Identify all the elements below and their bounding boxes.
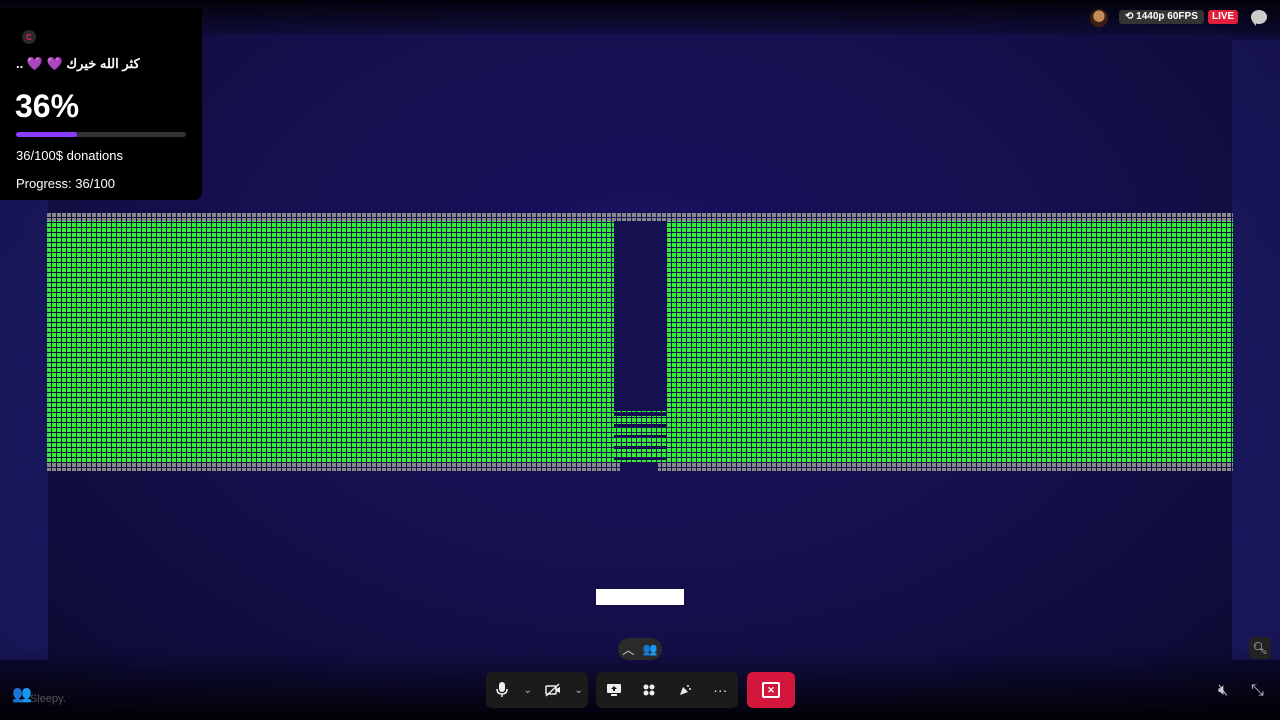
- mic-options-chevron-icon[interactable]: ⌄: [520, 675, 536, 705]
- camera-options-chevron-icon[interactable]: ⌄: [571, 675, 587, 705]
- media-controls: ⌄ ⌄: [486, 672, 588, 708]
- mute-icon[interactable]: 🔇︎: [1218, 682, 1228, 700]
- leave-button[interactable]: ✕: [747, 672, 795, 708]
- exit-fullscreen-icon[interactable]: ⤡: [1251, 682, 1264, 700]
- progress-bar-fill: [16, 132, 78, 137]
- reactions-icon[interactable]: [670, 675, 700, 705]
- leave-icon: ✕: [762, 682, 780, 698]
- live-badge: LIVE: [1208, 10, 1239, 24]
- camera-off-icon[interactable]: [538, 675, 568, 705]
- microphone-icon[interactable]: [487, 675, 517, 705]
- brick-gap-stripe: [614, 446, 667, 449]
- chevron-up-icon: ︿: [622, 642, 635, 657]
- progress-text: Progress: 36/100: [16, 176, 116, 191]
- people-icon: 👥: [642, 642, 658, 656]
- brick-border-gap: [620, 463, 658, 471]
- stage-side-right: [1232, 40, 1280, 660]
- participant-name: Sleepy.: [30, 693, 66, 705]
- chat-icon[interactable]: [1251, 10, 1267, 26]
- stream-stage: C كثر الله خيرك 💜 💜 .. 36% 36/100$ donat…: [0, 0, 1280, 720]
- activity-controls: ···: [596, 672, 738, 708]
- brick-gap: [614, 221, 667, 411]
- donation-message: كثر الله خيرك 💜 💜 ..: [16, 56, 140, 71]
- progress-percent: 36%: [15, 88, 80, 124]
- donation-widget: C كثر الله خيرك 💜 💜 .. 36% 36/100$ donat…: [0, 8, 202, 200]
- tray-toggle-button[interactable]: ︿ 👥: [618, 638, 662, 660]
- screen-share-icon[interactable]: [599, 675, 629, 705]
- brick-gap-stripe: [614, 424, 667, 427]
- more-options-button[interactable]: ···: [705, 675, 735, 705]
- zoom-icon[interactable]: 🔍︎: [1249, 637, 1271, 659]
- brick-gap-stripe: [614, 457, 667, 460]
- quality-badge[interactable]: ⟲ 1440p 60FPS: [1119, 10, 1204, 24]
- game-paddle[interactable]: [596, 589, 684, 605]
- brick-gap-stripe: [614, 413, 667, 416]
- brick-gap-stripe: [614, 435, 667, 438]
- streamer-avatar[interactable]: [1090, 9, 1108, 27]
- widget-logo: C: [22, 30, 36, 44]
- apps-icon[interactable]: [634, 675, 664, 705]
- participants-icon[interactable]: 👥: [12, 684, 32, 704]
- donations-text: 36/100$ donations: [16, 148, 123, 163]
- progress-bar: [16, 132, 186, 137]
- brick-border-top: [47, 213, 1233, 221]
